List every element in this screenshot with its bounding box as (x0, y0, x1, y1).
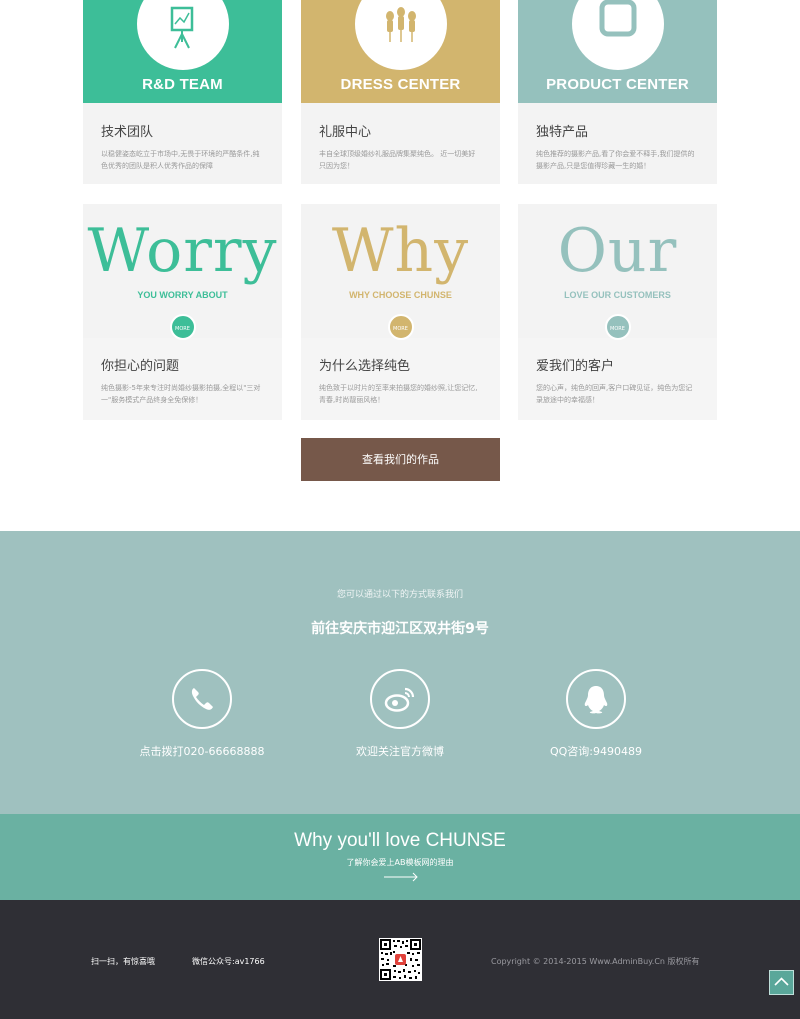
card-title: 你担心的问题 (101, 359, 180, 374)
more-button[interactable]: MORE (604, 314, 631, 340)
card-desc: 纯色推荐的摄影产品,看了你会爱不释手,我们提供的摄影产品,只是您值得珍藏一生的婚… (536, 150, 695, 170)
contact-label: QQ咨询:9490489 (549, 745, 642, 758)
card-header: PRODUCT CENTER (518, 0, 717, 103)
footer: 扫一扫，有惊喜哦 微信公众号:av1766 Copyright © 2014-2… (0, 900, 800, 1019)
card-body: 技术团队 以稳健姿态屹立于市场中,无畏于环境的严酷条件,纯色优秀的团队是积人优秀… (83, 103, 282, 184)
footer-wechat-text: 微信公众号:av1766 (192, 957, 265, 966)
qr-code-icon (379, 938, 422, 981)
qq-penguin-icon (584, 686, 608, 714)
card-sub: LOVE OUR CUSTOMERS (564, 290, 671, 300)
card-desc: 您的心声，纯色的回声,客户口碑见证，纯色为您记录旅途中的幸福感！ (536, 384, 693, 404)
card-header: DRESS CENTER (301, 0, 500, 103)
contact-phone[interactable]: 点击拨打020-66668888 (102, 669, 302, 759)
card-product-center[interactable]: PRODUCT CENTER 独特产品 纯色推荐的摄影产品,看了你会爱不释手,我… (518, 0, 717, 184)
card-title: 技术团队 (101, 125, 154, 140)
card-title: 爱我们的客户 (536, 359, 615, 374)
phone-icon (191, 688, 213, 710)
footer-copyright: Copyright © 2014-2015 Www.AdminBuy.Cn 版权… (491, 957, 700, 966)
card-desc: 纯色摄影-5年来专注时尚婚纱摄影拍摄,全程以"三对一"服务模式产品终身全免保修！ (101, 384, 261, 404)
more-button[interactable]: MORE (387, 314, 414, 340)
icon-circle (136, 0, 229, 70)
card-desc: 纯色致于以时片的至率来拍摄您的婚纱照,让您记忆,青春,时尚靓丽风格！ (319, 384, 478, 404)
card-why[interactable]: Why WHY CHOOSE CHUNSE 为什么选择纯色 纯色致于以时片的至率… (301, 204, 500, 420)
icon-ring (172, 669, 232, 729)
card-body: 礼服中心 丰自全球顶级婚纱礼服品牌集聚纯色。 近一切美好只因为您！ (301, 103, 500, 184)
card-dress-center[interactable]: DRESS CENTER 礼服中心 丰自全球顶级婚纱礼服品牌集聚纯色。 近一切美… (301, 0, 500, 184)
contact-label: 欢迎关注官方微博 (356, 745, 444, 758)
more-button[interactable]: MORE (169, 314, 196, 340)
card-header: R&D TEAM (83, 0, 282, 103)
square-frame-icon (599, 0, 636, 37)
card-body: 你担心的问题 纯色摄影-5年来专注时尚婚纱摄影拍摄,全程以"三对一"服务模式产品… (83, 338, 282, 420)
card-body: 独特产品 纯色推荐的摄影产品,看了你会爱不释手,我们提供的摄影产品,只是您值得珍… (518, 103, 717, 184)
card-sub: YOU WORRY ABOUT (137, 290, 228, 300)
why-title: Why you'll love CHUNSE (294, 830, 506, 851)
contact-section: 您可以通过以下的方式联系我们 前往安庆市迎江区双井街9号 点击拨打020-666… (0, 531, 800, 814)
card-desc: 丰自全球顶级婚纱礼服品牌集聚纯色。 近一切美好只因为您！ (319, 150, 476, 170)
card-worry[interactable]: Worry YOU WORRY ABOUT 你担心的问题 纯色摄影-5年来专注时… (83, 204, 282, 420)
card-big-word: Our (557, 216, 678, 286)
icon-circle (354, 0, 447, 70)
card-our[interactable]: Our LOVE OUR CUSTOMERS 爱我们的客户 您的心声，纯色的回声… (518, 204, 717, 420)
view-works-button[interactable]: 查看我们的作品 (301, 438, 500, 481)
mannequins-icon (385, 7, 416, 42)
contact-intro: 您可以通过以下的方式联系我们 (336, 590, 463, 600)
icon-circle (571, 0, 664, 70)
page: R&D TEAM 技术团队 以稳健姿态屹立于市场中,无畏于环境的严酷条件,纯色优… (0, 0, 800, 1019)
card-title: 礼服中心 (319, 125, 372, 140)
icon-ring (566, 669, 626, 729)
contact-weibo[interactable]: 欢迎关注官方微博 (300, 669, 500, 759)
card-big-word: Worry (87, 216, 278, 286)
card-head-title: DRESS CENTER (340, 76, 461, 93)
card-big-word: Why (331, 216, 470, 286)
card-body: 爱我们的客户 您的心声，纯色的回声,客户口碑见证，纯色为您记录旅途中的幸福感！ (518, 338, 717, 420)
contact-label: 点击拨打020-66668888 (139, 745, 265, 758)
card-body: 为什么选择纯色 纯色致于以时片的至率来拍摄您的婚纱照,让您记忆,青春,时尚靓丽风… (301, 338, 500, 420)
card-title: 独特产品 (536, 125, 589, 140)
footer-scan-text: 扫一扫，有惊喜哦 (91, 957, 155, 966)
contact-qq[interactable]: QQ咨询:9490489 (496, 669, 696, 759)
easel-chart-icon (170, 6, 193, 49)
chevron-up-icon (774, 977, 789, 986)
why-subtitle: 了解你会爱上AB模板网的理由 (346, 858, 454, 867)
weibo-icon (384, 687, 415, 712)
arrow-right-icon[interactable] (384, 872, 420, 882)
card-rd-team[interactable]: R&D TEAM 技术团队 以稳健姿态屹立于市场中,无畏于环境的严酷条件,纯色优… (83, 0, 282, 184)
card-sub: WHY CHOOSE CHUNSE (349, 290, 452, 300)
card-head-title: R&D TEAM (142, 76, 223, 93)
why-band[interactable]: Why you'll love CHUNSE 了解你会爱上AB模板网的理由 (0, 814, 800, 900)
card-desc: 以稳健姿态屹立于市场中,无畏于环境的严酷条件,纯色优秀的团队是积人优秀作品的保障 (101, 150, 260, 170)
card-head-title: PRODUCT CENTER (546, 76, 689, 93)
icon-ring (370, 669, 430, 729)
card-title: 为什么选择纯色 (319, 359, 411, 374)
contact-address: 前往安庆市迎江区双井街9号 (311, 621, 489, 637)
back-to-top-button[interactable] (769, 970, 794, 995)
